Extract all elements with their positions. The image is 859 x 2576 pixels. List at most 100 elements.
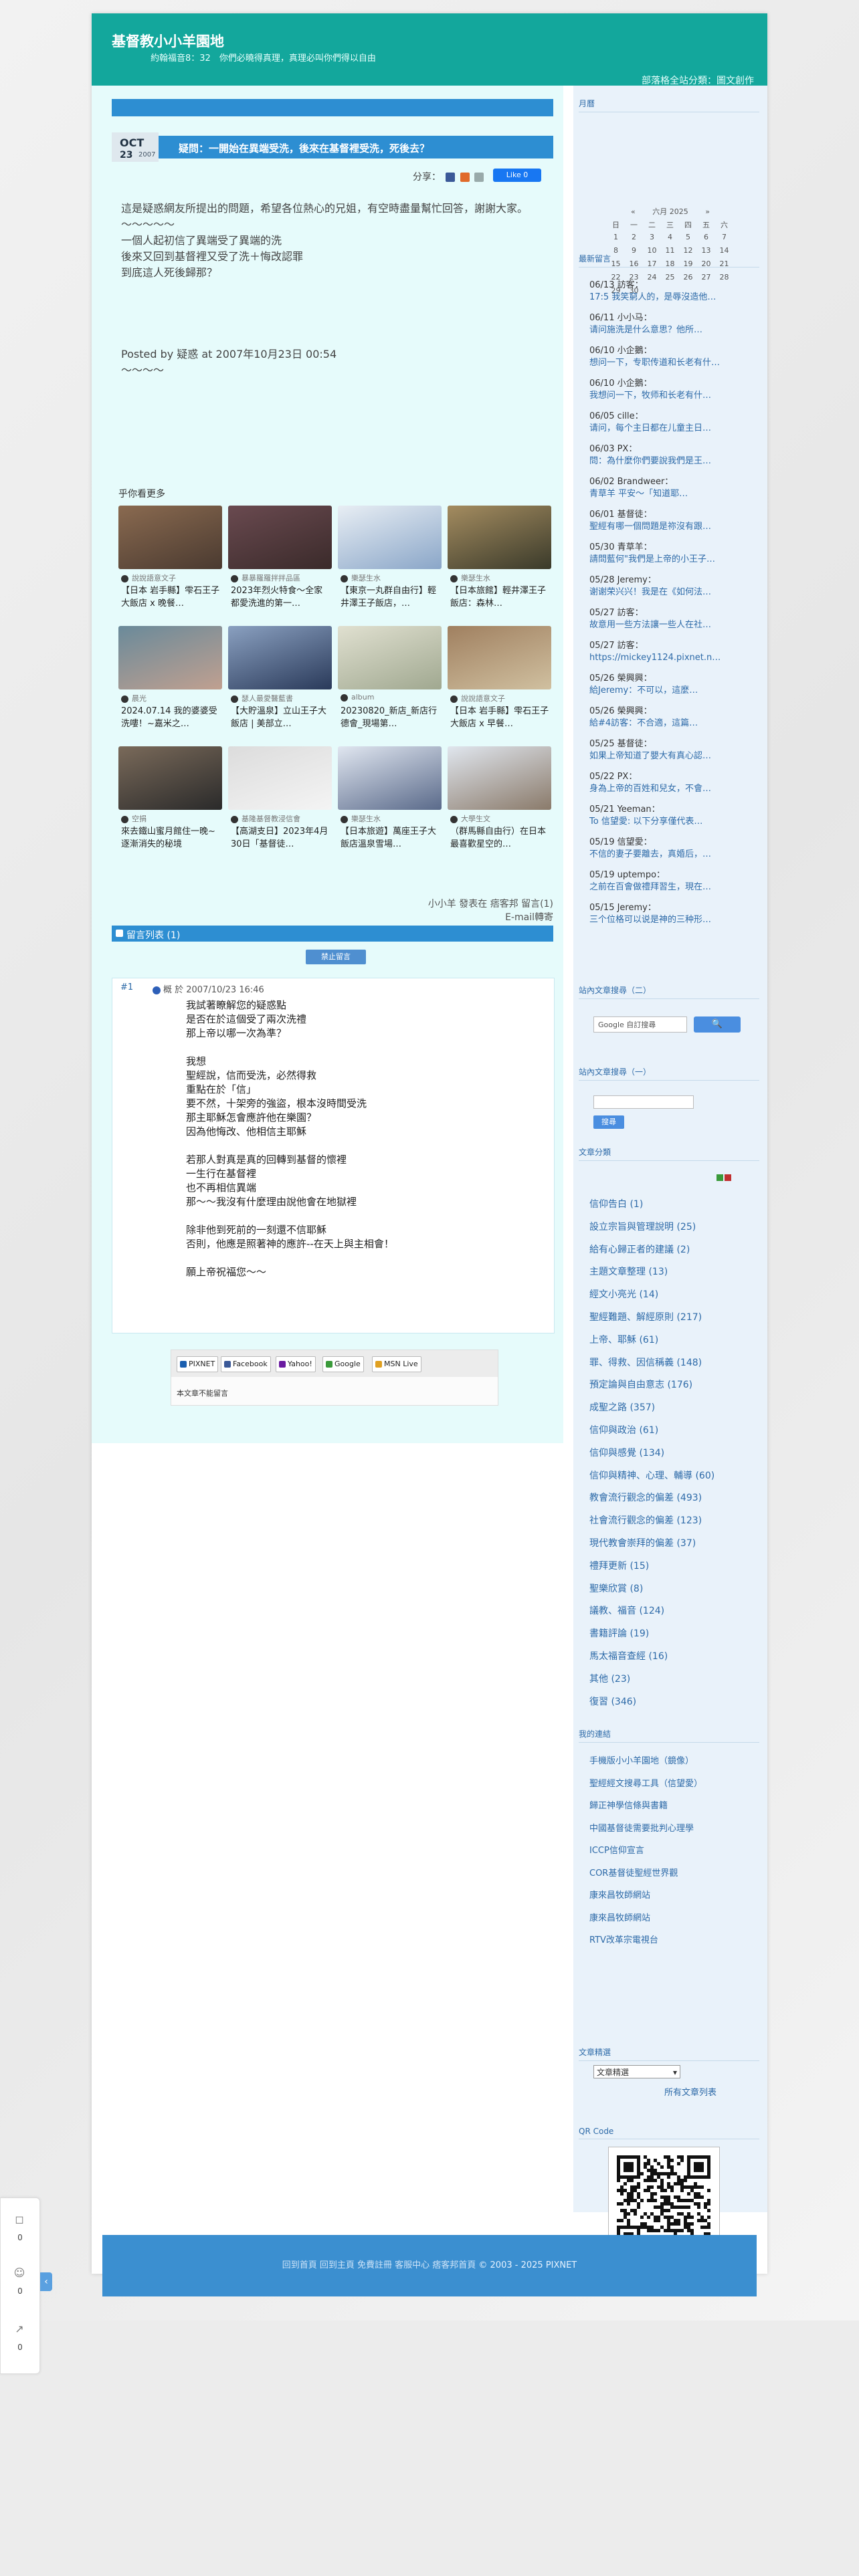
category-item[interactable]: 復習 (346) xyxy=(589,1695,636,1708)
recent-comment-text[interactable]: 想问一下，专职传道和长老有什… xyxy=(589,357,750,369)
category-item[interactable]: 社會流行觀念的偏差 (123) xyxy=(589,1513,702,1527)
category-item[interactable]: 現代教會崇拜的偏差 (37) xyxy=(589,1536,696,1549)
category-item[interactable]: 書籍評論 (19) xyxy=(589,1626,649,1640)
recent-comment[interactable]: 05/15 Jeremy： 三个位格可以说是神的三种形… xyxy=(589,902,750,926)
recent-comment-text[interactable]: 問：為什麼你們要說我們是王… xyxy=(589,455,750,467)
recent-comment[interactable]: 05/22 PX： 身為上帝的百姓和兒女，不會… xyxy=(589,771,750,795)
sidebar-link[interactable]: 歸正神學信條與書籍 xyxy=(589,1798,668,1811)
blog-title[interactable]: 基督教小小羊園地 xyxy=(112,31,224,51)
card-caption[interactable]: 【日本 岩手縣】雫石王子大飯店 x 晚餐… xyxy=(121,584,221,611)
recommend-card[interactable]: album 20230820_新店_新店行德會_現場第… xyxy=(338,626,442,740)
recent-comment[interactable]: 06/13 訪客： 17:5 我笑窮人的，是辱沒造他… xyxy=(589,280,750,304)
card-thumbnail[interactable] xyxy=(448,746,551,810)
calendar-month-nav[interactable]: « 六月 2025 » xyxy=(607,206,734,217)
emoji-icon[interactable]: ☺ xyxy=(13,2266,26,2280)
recent-comment[interactable]: 05/27 訪客： https://mickey1124.pixnet.n… xyxy=(589,640,750,664)
recommend-card[interactable]: 樂瑟生水 【東京一丸群自由行】輕井澤王子飯店，… xyxy=(338,506,442,619)
recent-comment[interactable]: 05/26 榮興興： 給#4訪客：不合適，這篇… xyxy=(589,706,750,730)
category-item[interactable]: 設立宗旨與管理說明 (25) xyxy=(589,1220,696,1233)
category-item[interactable]: 罪、得救、因信稱義 (148) xyxy=(589,1356,702,1369)
card-thumbnail[interactable] xyxy=(118,506,222,569)
forbid-comment-button[interactable]: 禁止留言 xyxy=(306,950,366,964)
recent-comment[interactable]: 06/01 基督徒： 聖經有哪一個問題是祢沒有跟… xyxy=(589,509,750,533)
calendar-day[interactable]: 2 xyxy=(625,233,643,246)
sidebar-link[interactable]: 中國基督徒需要批判心理學 xyxy=(589,1821,694,1834)
site-search-input[interactable] xyxy=(593,1095,694,1109)
category-item[interactable]: 信仰與政治 (61) xyxy=(589,1423,658,1436)
sidebar-link[interactable]: COR基督徒聖經世界觀 xyxy=(589,1866,678,1879)
category-item[interactable]: 教會流行觀念的偏差 (493) xyxy=(589,1491,702,1504)
recommend-card[interactable]: 說說語意文子 【日本 岩手縣】雫石王子大飯店 x 早餐… xyxy=(448,626,551,740)
category-item[interactable]: 其他 (23) xyxy=(589,1672,630,1685)
card-thumbnail[interactable] xyxy=(448,506,551,569)
google-search-input[interactable]: Google 自訂搜尋 xyxy=(593,1016,687,1033)
card-caption[interactable]: 來去鐵山蜜月館住一晚~逐漸消失的秘境 xyxy=(121,825,221,852)
card-thumbnail[interactable] xyxy=(228,746,332,810)
sidebar-link[interactable]: ICCP信仰宣言 xyxy=(589,1843,644,1856)
card-caption[interactable]: 【日本旅遊】萬座王子大飯店溫泉雪場… xyxy=(341,825,441,852)
category-item[interactable]: 信仰與精神、心理、輔導 (60) xyxy=(589,1469,714,1482)
recent-comment-text[interactable]: 请问施洗是什么意思？他所… xyxy=(589,324,750,336)
comments-bar-label[interactable]: 留言列表 (1) xyxy=(126,928,180,942)
category-item[interactable]: 信仰與感覺 (134) xyxy=(589,1446,664,1459)
card-thumbnail[interactable] xyxy=(338,506,442,569)
category-item[interactable]: 禮拜更新 (15) xyxy=(589,1559,649,1572)
calendar-day[interactable]: 1 xyxy=(607,233,625,246)
card-caption[interactable]: 2023年烈火特食～全家都愛洗進的第一… xyxy=(231,584,331,611)
recent-comment-text[interactable]: https://mickey1124.pixnet.n… xyxy=(589,652,750,664)
category-item[interactable]: 上帝、耶穌 (61) xyxy=(589,1333,658,1346)
google-search-button[interactable]: 🔍 xyxy=(694,1016,741,1033)
card-caption[interactable]: 20230820_新店_新店行德會_現場第… xyxy=(341,705,441,732)
card-caption[interactable]: 【大貯溫泉】立山王子大飯店 | 美部立… xyxy=(231,705,331,732)
recent-comment-text[interactable]: 请问，每个主日都在儿童主日… xyxy=(589,423,750,435)
card-caption[interactable]: 【高湖支日】2023年4月30日「基督徒… xyxy=(231,825,331,852)
recent-comment[interactable]: 06/05 cille： 请问，每个主日都在儿童主日… xyxy=(589,411,750,435)
facebook-like-button[interactable]: Like 0 xyxy=(493,169,541,182)
category-item[interactable]: 給有心歸正者的建議 (2) xyxy=(589,1243,690,1256)
recommend-card[interactable]: 空捐 來去鐵山蜜月館住一晚~逐漸消失的秘境 xyxy=(118,746,222,860)
archive-select[interactable]: 文章精選 ▾ xyxy=(593,2065,680,2078)
recent-comment-text[interactable]: 不信的妻子要離去，真婚后，… xyxy=(589,849,750,861)
google-bookmark-button[interactable]: Google xyxy=(322,1356,364,1372)
category-item[interactable]: 聖樂欣賞 (8) xyxy=(589,1582,643,1595)
share-icon[interactable]: ↗ xyxy=(13,2323,26,2336)
bookmark-icon[interactable]: ◻ xyxy=(13,2213,26,2226)
recent-comment[interactable]: 06/02 Brandweer： 青草羊 平安～「知道耶… xyxy=(589,476,750,500)
card-caption[interactable]: 【東京一丸群自由行】輕井澤王子飯店，… xyxy=(341,584,441,611)
recent-comment-text[interactable]: 我想问一下，牧师和长老有什… xyxy=(589,390,750,402)
category-item[interactable]: 馬太福音查經 (16) xyxy=(589,1649,668,1662)
card-caption[interactable]: 2024.07.14 我的婆婆受洗嘍！~嘉米之… xyxy=(121,705,221,732)
comment-number[interactable]: #1 xyxy=(120,982,133,992)
recent-comment[interactable]: 06/10 小企鵝： 想问一下，专职传道和长老有什… xyxy=(589,345,750,369)
recent-comment[interactable]: 05/21 Yeeman： To 信望愛: 以下分享僅代表… xyxy=(589,804,750,828)
recommend-card[interactable]: 基隆基督教浸信會 【高湖支日】2023年4月30日「基督徒… xyxy=(228,746,332,860)
recent-comment[interactable]: 05/19 uptempo： 之前在百會做禮拜習生，現在… xyxy=(589,869,750,893)
recent-comment-text[interactable]: 谢谢荣兴兴！我是在《如何法… xyxy=(589,586,750,599)
recent-comment-text[interactable]: 17:5 我笑窮人的，是辱沒造他… xyxy=(589,292,750,304)
card-thumbnail[interactable] xyxy=(118,746,222,810)
calendar-day[interactable]: 7 xyxy=(715,233,733,246)
category-item[interactable]: 預定論與自由意志 (176) xyxy=(589,1378,692,1391)
recommend-card[interactable]: 樂瑟生水 【日本旅遊】萬座王子大飯店溫泉雪場… xyxy=(338,746,442,860)
calendar-day[interactable]: 3 xyxy=(643,233,661,246)
recent-comment-text[interactable]: 如果上帝知道了嬰大有真心認… xyxy=(589,750,750,762)
category-link[interactable]: 部落格全站分類：圖文創作 xyxy=(642,74,754,87)
recent-comment-text[interactable]: 給#4訪客：不合適，這篇… xyxy=(589,718,750,730)
recent-comment-text[interactable]: 聖經有哪一個問題是祢沒有跟… xyxy=(589,521,750,533)
yahoo-bookmark-button[interactable]: Yahoo! xyxy=(276,1356,316,1372)
recent-comment[interactable]: 05/30 青草羊： 請問藍何"我們是上帝的小王子… xyxy=(589,542,750,566)
widget-toggle-button[interactable]: ‹ xyxy=(40,2272,52,2291)
recent-comment-text[interactable]: 三个位格可以说是神的三种形… xyxy=(589,914,750,926)
calendar-day[interactable]: 6 xyxy=(697,233,715,246)
sidebar-link[interactable]: 康來昌牧師網站 xyxy=(589,1911,650,1923)
expand-icon[interactable] xyxy=(717,1174,723,1181)
recommend-card[interactable]: 大學生文 （群馬縣自由行）在日本最喜歡星空的… xyxy=(448,746,551,860)
sidebar-link[interactable]: 聖經經文搜尋工具（信望愛） xyxy=(589,1776,702,1789)
category-item[interactable]: 主題文章整理 (13) xyxy=(589,1265,668,1278)
collapse-all-icon[interactable] xyxy=(725,1174,731,1181)
card-caption[interactable]: 【日本旅館】輕井澤王子飯店：森林… xyxy=(450,584,551,611)
recent-comment[interactable]: 05/26 榮興興： 給Jeremy：不可以，這麼… xyxy=(589,673,750,697)
collapse-icon[interactable] xyxy=(116,930,123,937)
footer-links[interactable]: 回到首頁 回到主頁 免費註冊 客服中心 痞客邦首頁 xyxy=(282,2260,476,2270)
recent-comment[interactable]: 06/10 小企鵝： 我想问一下，牧师和长老有什… xyxy=(589,378,750,402)
